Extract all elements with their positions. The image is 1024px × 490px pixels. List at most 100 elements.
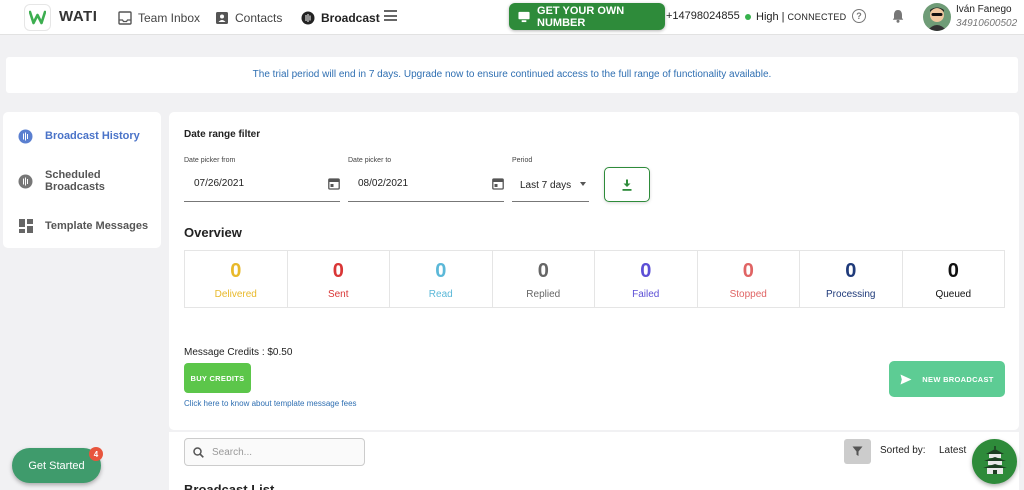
stat-value: 0 (742, 260, 754, 282)
stat-label: Delivered (214, 289, 257, 300)
stat-value: 0 (947, 260, 959, 282)
broadcast-icon (300, 10, 315, 25)
download-icon (622, 179, 632, 191)
calendar-icon[interactable] (328, 177, 340, 193)
new-broadcast-button[interactable]: NEW BROADCAST (889, 361, 1005, 397)
nav-team-inbox-label: Team Inbox (138, 10, 201, 25)
quality-status: High | CONNECTED (745, 11, 846, 23)
search-placeholder: Search... (212, 446, 253, 458)
get-started-label: Get Started (28, 459, 85, 472)
stat-queued[interactable]: 0 Queued (903, 251, 1005, 307)
trial-banner: The trial period will end in 7 days. Upg… (6, 57, 1018, 93)
avatar[interactable] (923, 3, 951, 31)
user-name: Iván Fanego (956, 4, 1012, 15)
stat-read[interactable]: 0 Read (390, 251, 493, 307)
stat-value: 0 (845, 260, 857, 282)
stat-value: 0 (537, 260, 549, 282)
monitor-icon (518, 11, 530, 22)
stat-value: 0 (435, 260, 447, 282)
sidebar-item-label: Broadcast History (45, 130, 140, 142)
user-number: 34910600502 (956, 18, 1018, 29)
stat-label: Failed (632, 289, 660, 300)
stat-delivered[interactable]: 0 Delivered (185, 251, 288, 307)
stat-value: 0 (332, 260, 344, 282)
wati-logo[interactable] (24, 4, 51, 31)
inbox-icon (117, 10, 132, 25)
broadcast-history-panel: Date range filter Date picker from 07/26… (169, 112, 1019, 430)
quality-label: High (756, 11, 779, 23)
stat-label: Sent (327, 289, 349, 300)
brand-name: WATI (59, 8, 98, 25)
stat-sent[interactable]: 0 Sent (288, 251, 390, 307)
notification-badge: 4 (89, 447, 103, 461)
calendar-icon[interactable] (492, 177, 504, 193)
help-icon[interactable]: ? (852, 9, 866, 23)
stat-replied[interactable]: 0 Replied (493, 251, 595, 307)
stat-value: 0 (640, 260, 652, 282)
sidebar-item-broadcast-history[interactable]: Broadcast History (18, 126, 140, 146)
overview-title: Overview (184, 225, 242, 240)
get-own-number-button[interactable]: GET YOUR OWN NUMBER (509, 3, 665, 30)
top-navbar: WATI Team Inbox Contacts Broadcast GET Y… (0, 0, 1024, 35)
nav-broadcast[interactable]: Broadcast (300, 0, 380, 35)
date-from-field[interactable]: 07/26/2021 (184, 172, 340, 202)
stat-failed[interactable]: 0 Failed (595, 251, 698, 307)
stat-value: 0 (230, 260, 242, 282)
send-icon (900, 374, 912, 384)
bell-icon[interactable] (892, 9, 904, 28)
stat-label: Replied (526, 289, 561, 300)
period-select[interactable]: Last 7 days (512, 172, 589, 202)
logo-icon (29, 10, 46, 25)
sidebar-item-scheduled-broadcasts[interactable]: Scheduled Broadcasts (18, 169, 161, 193)
message-credits: Message Credits : $0.50 (184, 347, 292, 358)
new-broadcast-label: NEW BROADCAST (922, 374, 994, 384)
period-value: Last 7 days (520, 180, 572, 191)
sorted-by-value[interactable]: Latest (939, 445, 966, 456)
status-dot-icon (745, 14, 751, 20)
chevron-down-icon (580, 182, 586, 186)
broadcast-list-panel: Search... Sorted by: Latest Broadcast Li… (169, 432, 1019, 490)
stat-label: Queued (935, 289, 972, 300)
stat-label: Processing (826, 289, 876, 300)
stat-stopped[interactable]: 0 Stopped (698, 251, 800, 307)
nav-contacts[interactable]: Contacts (214, 0, 282, 35)
get-own-number-label: GET YOUR OWN NUMBER (537, 4, 625, 29)
chat-widget-button[interactable] (972, 439, 1017, 484)
search-icon (193, 446, 204, 458)
stat-processing[interactable]: 0 Processing (800, 251, 903, 307)
menu-icon[interactable] (384, 10, 397, 21)
connection-status: CONNECTED (787, 12, 847, 22)
nav-team-inbox[interactable]: Team Inbox (117, 0, 200, 35)
broadcast-icon (18, 174, 33, 189)
date-to-value: 08/02/2021 (358, 178, 409, 189)
broadcast-list-title: Broadcast List (184, 482, 275, 490)
nav-broadcast-label: Broadcast (321, 10, 380, 25)
broadcast-icon (18, 129, 33, 144)
broadcast-sidebar: Broadcast History Scheduled Broadcasts T… (3, 112, 161, 248)
stat-label: Stopped (729, 289, 767, 300)
sidebar-item-template-messages[interactable]: Template Messages (18, 216, 148, 236)
period-label: Period (512, 157, 533, 164)
download-button[interactable] (604, 167, 650, 202)
stat-label: Read (428, 289, 453, 300)
date-to-label: Date picker to (348, 157, 392, 164)
grid-icon (18, 219, 33, 234)
phone-number: +14798024855 (666, 10, 740, 22)
date-from-value: 07/26/2021 (194, 178, 245, 189)
pagoda-icon (982, 445, 1007, 474)
date-to-field[interactable]: 08/02/2021 (348, 172, 504, 202)
search-input[interactable]: Search... (184, 438, 365, 466)
date-from-label: Date picker from (184, 157, 236, 164)
nav-contacts-label: Contacts (235, 10, 283, 25)
filter-icon (852, 446, 863, 456)
filter-button[interactable] (844, 439, 871, 464)
sidebar-item-label: Scheduled Broadcasts (45, 169, 105, 193)
buy-credits-button[interactable]: BUY CREDITS (184, 363, 251, 393)
sidebar-item-label: Template Messages (45, 220, 149, 232)
template-fees-link[interactable]: Click here to know about template messag… (184, 399, 357, 408)
credits-label: Message Credits (184, 347, 260, 358)
contacts-icon (214, 10, 229, 25)
credits-value: : $0.50 (261, 347, 293, 358)
get-started-button[interactable]: Get Started (12, 448, 101, 483)
overview-stats: 0 Delivered 0 Sent 0 Read 0 Replied 0 Fa… (184, 250, 1005, 308)
